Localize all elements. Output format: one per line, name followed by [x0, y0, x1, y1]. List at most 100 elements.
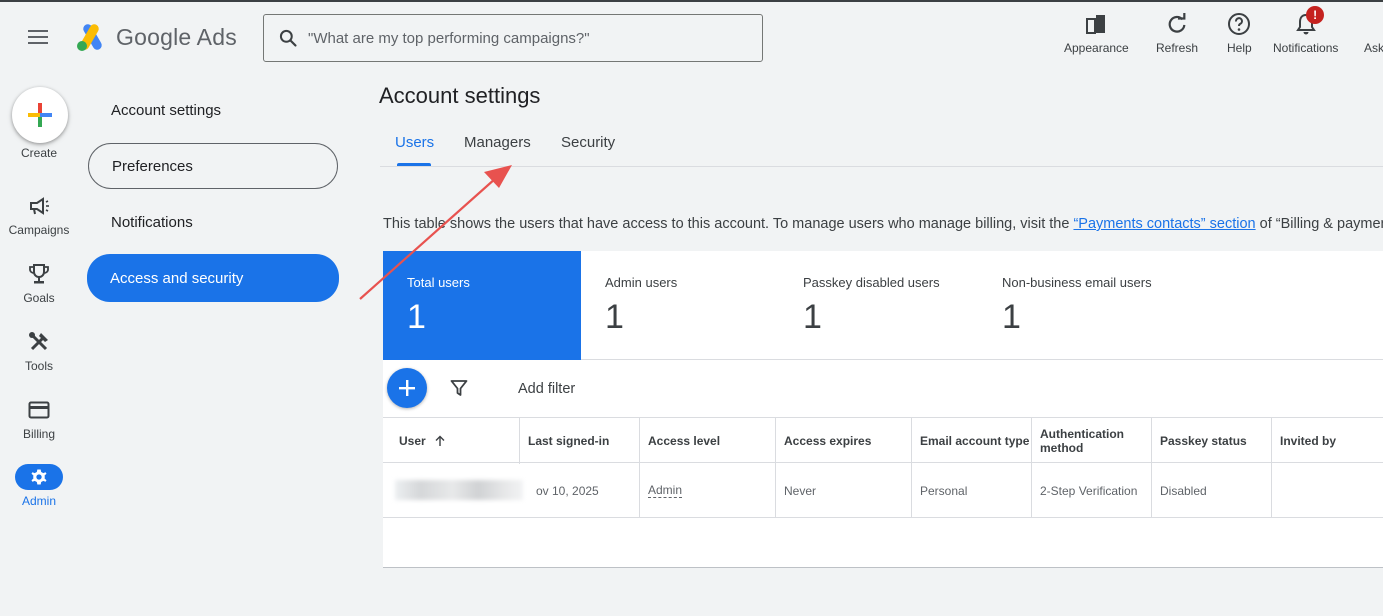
admin-label: Admin — [21, 494, 56, 508]
tab-security[interactable]: Security — [561, 134, 615, 151]
table-header: User Last signed-in Access level Access … — [383, 417, 1383, 464]
nav-billing[interactable]: Billing — [0, 397, 78, 441]
column-header-email-account-type[interactable]: Email account type — [911, 418, 1031, 464]
stat-total-users[interactable]: Total users 1 — [383, 251, 581, 360]
appearance-icon — [1086, 15, 1106, 34]
subnav-access-security-label: Access and security — [110, 269, 244, 287]
column-header-label: User — [399, 434, 426, 448]
users-card: Total users 1 Admin users 1 Passkey disa… — [383, 251, 1383, 568]
column-header-label: Last signed-in — [528, 434, 610, 448]
subnav-notifications-label: Notifications — [111, 213, 193, 231]
stat-value: 1 — [407, 298, 426, 336]
search-icon — [279, 29, 297, 47]
sort-ascending-icon — [435, 435, 445, 446]
filter-button[interactable] — [450, 379, 468, 402]
notification-badge: ! — [1306, 6, 1325, 24]
cell-last-signed-in: ov 10, 2025 — [536, 483, 599, 498]
filter-icon — [450, 380, 468, 396]
campaigns-label: Campaigns — [8, 223, 70, 237]
redacted-user-email — [395, 480, 523, 500]
subnav-preferences[interactable]: Preferences — [88, 143, 338, 189]
stat-label: Total users — [407, 275, 470, 290]
access-level-link[interactable]: Admin — [648, 483, 683, 498]
search-input[interactable] — [308, 29, 748, 47]
trophy-icon — [29, 264, 49, 284]
cell-access-level: Admin — [639, 463, 775, 518]
column-header-authentication-method[interactable]: Authentication method — [1031, 418, 1151, 464]
stat-label: Non-business email users — [1002, 275, 1152, 290]
cell-access-expires: Never — [775, 463, 911, 518]
tools-icon — [29, 332, 48, 351]
credit-card-icon — [28, 401, 50, 419]
cell-authentication-method: 2-Step Verification — [1031, 463, 1151, 518]
column-header-label: Invited by — [1280, 434, 1337, 448]
column-header-access-expires[interactable]: Access expires — [775, 418, 911, 464]
create-button[interactable] — [12, 87, 68, 143]
payments-contacts-link[interactable]: “Payments contacts” section — [1073, 216, 1255, 232]
subnav-access-security[interactable]: Access and security — [87, 254, 339, 302]
refresh-button[interactable]: Refresh — [1156, 10, 1198, 55]
add-filter-button[interactable]: Add filter — [518, 381, 575, 397]
ask-label: Ask — [1364, 41, 1383, 55]
nav-admin[interactable]: Admin — [0, 464, 78, 508]
add-user-button[interactable] — [387, 368, 427, 408]
column-header-invited-by[interactable]: Invited by — [1271, 418, 1383, 464]
subnav-account-settings[interactable]: Account settings — [88, 87, 338, 133]
subnav-preferences-label: Preferences — [112, 157, 193, 175]
megaphone-icon — [30, 197, 49, 215]
plus-icon — [28, 103, 52, 127]
main-menu-button[interactable] — [28, 30, 50, 46]
gear-icon — [31, 469, 47, 485]
stat-admin-users[interactable]: Admin users 1 — [581, 251, 779, 360]
create-label: Create — [20, 146, 58, 160]
goals-label: Goals — [23, 291, 55, 305]
google-ads-icon — [77, 24, 102, 51]
table-row[interactable]: ov 10, 2025 Admin Never Personal 2-Step … — [383, 463, 1383, 518]
nav-campaigns[interactable]: Campaigns — [0, 193, 78, 237]
cell-invited-by — [1271, 463, 1383, 518]
column-header-user[interactable]: User — [383, 418, 519, 464]
tab-bar: Users Managers Security — [380, 126, 1383, 167]
cell-passkey-status: Disabled — [1151, 463, 1271, 518]
google-ads-logo[interactable]: Google Ads — [74, 22, 237, 52]
stat-label: Passkey disabled users — [803, 275, 940, 290]
cell-user — [383, 463, 523, 518]
tools-label: Tools — [24, 359, 53, 373]
subnav-account-settings-label: Account settings — [111, 101, 222, 119]
tab-managers[interactable]: Managers — [464, 134, 531, 151]
tab-users[interactable]: Users — [395, 134, 434, 151]
table-description: This table shows the users that have acc… — [383, 216, 1383, 232]
stat-passkey-disabled-users[interactable]: Passkey disabled users 1 — [779, 251, 977, 360]
active-tab-indicator — [397, 163, 431, 166]
ask-button[interactable]: Ask — [1364, 10, 1383, 55]
logo-text: Google Ads — [116, 23, 237, 50]
plus-icon — [399, 380, 415, 396]
column-header-access-level[interactable]: Access level — [639, 418, 775, 464]
help-button[interactable]: Help — [1227, 10, 1252, 55]
cell-email-account-type: Personal — [911, 463, 1031, 518]
refresh-icon — [1168, 13, 1186, 33]
page-title: Account settings — [379, 83, 541, 108]
column-header-label: Access level — [648, 434, 721, 448]
stat-value: 1 — [605, 298, 624, 336]
column-header-passkey-status[interactable]: Passkey status — [1151, 418, 1271, 464]
nav-goals[interactable]: Goals — [0, 261, 78, 305]
help-icon — [1228, 13, 1251, 35]
stat-label: Admin users — [605, 275, 678, 290]
notifications-button[interactable]: ! Notifications — [1273, 6, 1338, 55]
column-header-label: Authentication method — [1040, 427, 1124, 455]
nav-tools[interactable]: Tools — [0, 329, 78, 373]
refresh-label: Refresh — [1156, 41, 1199, 55]
column-header-label: Access expires — [784, 434, 872, 448]
appearance-button[interactable]: Appearance — [1064, 10, 1129, 55]
stats-row: Total users 1 Admin users 1 Passkey disa… — [383, 251, 1383, 360]
stat-non-business-email-users[interactable]: Non-business email users 1 — [978, 251, 1198, 360]
stat-value: 1 — [803, 298, 822, 336]
column-header-last-signed-in[interactable]: Last signed-in — [519, 418, 639, 464]
subnav-notifications[interactable]: Notifications — [88, 199, 338, 245]
column-header-label: Passkey status — [1160, 434, 1247, 448]
column-header-label: Email account type — [920, 434, 1030, 448]
help-label: Help — [1227, 41, 1252, 55]
billing-label: Billing — [22, 427, 55, 441]
search-box[interactable] — [263, 14, 763, 62]
